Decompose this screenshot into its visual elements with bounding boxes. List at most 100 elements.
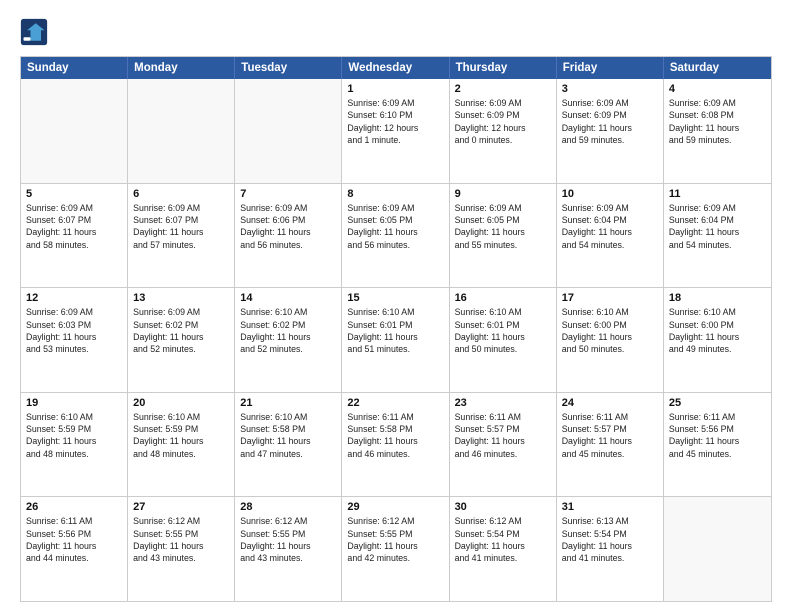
day-cell: 13 Sunrise: 6:09 AM Sunset: 6:02 PM Dayli… [128, 288, 235, 392]
day-number: 24 [562, 397, 658, 409]
day-number: 12 [26, 292, 122, 304]
day-number: 4 [669, 83, 766, 95]
day-cell: 2Sunrise: 6:09 AM Sunset: 6:09 PM Daylig… [450, 79, 557, 183]
header [20, 18, 772, 46]
day-cell: 30 Sunrise: 6:12 AM Sunset: 5:54 PM Dayli… [450, 497, 557, 601]
day-info: Sunrise: 6:10 AM Sunset: 5:59 PM Dayligh… [133, 411, 229, 460]
day-number: 10 [562, 188, 658, 200]
day-info: Sunrise: 6:10 AM Sunset: 5:58 PM Dayligh… [240, 411, 336, 460]
day-number: 29 [347, 501, 443, 513]
day-info: Sunrise: 6:09 AM Sunset: 6:09 PM Dayligh… [562, 97, 658, 146]
day-info: Sunrise: 6:12 AM Sunset: 5:55 PM Dayligh… [240, 515, 336, 564]
day-cell: 23 Sunrise: 6:11 AM Sunset: 5:57 PM Dayli… [450, 393, 557, 497]
day-cell: 4 Sunrise: 6:09 AM Sunset: 6:08 PM Daylig… [664, 79, 771, 183]
day-cell: 17Sunrise: 6:10 AM Sunset: 6:00 PM Dayli… [557, 288, 664, 392]
day-cell: 28 Sunrise: 6:12 AM Sunset: 5:55 PM Dayli… [235, 497, 342, 601]
day-number: 19 [26, 397, 122, 409]
day-number: 1 [347, 83, 443, 95]
day-number: 8 [347, 188, 443, 200]
day-number: 7 [240, 188, 336, 200]
day-number: 30 [455, 501, 551, 513]
logo [20, 18, 52, 46]
day-info: Sunrise: 6:09 AM Sunset: 6:03 PM Dayligh… [26, 306, 122, 355]
day-number: 31 [562, 501, 658, 513]
day-cell: 9Sunrise: 6:09 AM Sunset: 6:05 PM Daylig… [450, 184, 557, 288]
day-info: Sunrise: 6:10 AM Sunset: 5:59 PM Dayligh… [26, 411, 122, 460]
day-info: Sunrise: 6:11 AM Sunset: 5:57 PM Dayligh… [455, 411, 551, 460]
day-info: Sunrise: 6:10 AM Sunset: 6:00 PM Dayligh… [669, 306, 766, 355]
day-cell: 15 Sunrise: 6:10 AM Sunset: 6:01 PM Dayli… [342, 288, 449, 392]
day-info: Sunrise: 6:11 AM Sunset: 5:58 PM Dayligh… [347, 411, 443, 460]
day-number: 23 [455, 397, 551, 409]
day-number: 25 [669, 397, 766, 409]
empty-cell [21, 79, 128, 183]
day-info: Sunrise: 6:09 AM Sunset: 6:06 PM Dayligh… [240, 202, 336, 251]
day-number: 3 [562, 83, 658, 95]
weekday-header: Saturday [664, 57, 771, 79]
day-cell: 3 Sunrise: 6:09 AM Sunset: 6:09 PM Daylig… [557, 79, 664, 183]
page: SundayMondayTuesdayWednesdayThursdayFrid… [0, 0, 792, 612]
calendar-row: 19 Sunrise: 6:10 AM Sunset: 5:59 PM Dayli… [21, 392, 771, 497]
day-number: 28 [240, 501, 336, 513]
day-cell: 22 Sunrise: 6:11 AM Sunset: 5:58 PM Dayli… [342, 393, 449, 497]
day-number: 27 [133, 501, 229, 513]
day-info: Sunrise: 6:09 AM Sunset: 6:08 PM Dayligh… [669, 97, 766, 146]
day-info: Sunrise: 6:12 AM Sunset: 5:54 PM Dayligh… [455, 515, 551, 564]
day-info: Sunrise: 6:12 AM Sunset: 5:55 PM Dayligh… [347, 515, 443, 564]
day-info: Sunrise: 6:10 AM Sunset: 6:01 PM Dayligh… [455, 306, 551, 355]
day-cell: 8Sunrise: 6:09 AM Sunset: 6:05 PM Daylig… [342, 184, 449, 288]
day-number: 14 [240, 292, 336, 304]
day-number: 13 [133, 292, 229, 304]
day-info: Sunrise: 6:09 AM Sunset: 6:04 PM Dayligh… [562, 202, 658, 251]
day-cell: 7 Sunrise: 6:09 AM Sunset: 6:06 PM Daylig… [235, 184, 342, 288]
empty-cell [235, 79, 342, 183]
day-info: Sunrise: 6:11 AM Sunset: 5:56 PM Dayligh… [26, 515, 122, 564]
day-cell: 6 Sunrise: 6:09 AM Sunset: 6:07 PM Daylig… [128, 184, 235, 288]
day-cell: 31Sunrise: 6:13 AM Sunset: 5:54 PM Dayli… [557, 497, 664, 601]
day-cell: 27Sunrise: 6:12 AM Sunset: 5:55 PM Dayli… [128, 497, 235, 601]
day-number: 22 [347, 397, 443, 409]
day-cell: 16 Sunrise: 6:10 AM Sunset: 6:01 PM Dayli… [450, 288, 557, 392]
weekday-header: Thursday [450, 57, 557, 79]
day-info: Sunrise: 6:09 AM Sunset: 6:04 PM Dayligh… [669, 202, 766, 251]
day-info: Sunrise: 6:09 AM Sunset: 6:07 PM Dayligh… [26, 202, 122, 251]
day-cell: 12 Sunrise: 6:09 AM Sunset: 6:03 PM Dayli… [21, 288, 128, 392]
day-cell: 18Sunrise: 6:10 AM Sunset: 6:00 PM Dayli… [664, 288, 771, 392]
day-cell: 24Sunrise: 6:11 AM Sunset: 5:57 PM Dayli… [557, 393, 664, 497]
day-info: Sunrise: 6:09 AM Sunset: 6:09 PM Dayligh… [455, 97, 551, 146]
day-cell: 14 Sunrise: 6:10 AM Sunset: 6:02 PM Dayli… [235, 288, 342, 392]
day-number: 15 [347, 292, 443, 304]
weekday-header: Tuesday [235, 57, 342, 79]
day-info: Sunrise: 6:09 AM Sunset: 6:02 PM Dayligh… [133, 306, 229, 355]
day-number: 26 [26, 501, 122, 513]
weekday-header: Monday [128, 57, 235, 79]
day-cell: 11 Sunrise: 6:09 AM Sunset: 6:04 PM Dayli… [664, 184, 771, 288]
calendar-body: 1 Sunrise: 6:09 AM Sunset: 6:10 PM Daylig… [21, 79, 771, 601]
day-info: Sunrise: 6:09 AM Sunset: 6:10 PM Dayligh… [347, 97, 443, 146]
day-info: Sunrise: 6:11 AM Sunset: 5:56 PM Dayligh… [669, 411, 766, 460]
day-cell: 5 Sunrise: 6:09 AM Sunset: 6:07 PM Daylig… [21, 184, 128, 288]
empty-cell [664, 497, 771, 601]
empty-cell [128, 79, 235, 183]
day-number: 16 [455, 292, 551, 304]
day-cell: 21Sunrise: 6:10 AM Sunset: 5:58 PM Dayli… [235, 393, 342, 497]
weekday-header: Wednesday [342, 57, 449, 79]
day-number: 5 [26, 188, 122, 200]
day-info: Sunrise: 6:10 AM Sunset: 6:00 PM Dayligh… [562, 306, 658, 355]
day-info: Sunrise: 6:09 AM Sunset: 6:05 PM Dayligh… [455, 202, 551, 251]
day-info: Sunrise: 6:10 AM Sunset: 6:02 PM Dayligh… [240, 306, 336, 355]
day-cell: 10 Sunrise: 6:09 AM Sunset: 6:04 PM Dayli… [557, 184, 664, 288]
day-number: 6 [133, 188, 229, 200]
day-cell: 1 Sunrise: 6:09 AM Sunset: 6:10 PM Daylig… [342, 79, 449, 183]
calendar-header: SundayMondayTuesdayWednesdayThursdayFrid… [21, 57, 771, 79]
day-number: 11 [669, 188, 766, 200]
day-info: Sunrise: 6:10 AM Sunset: 6:01 PM Dayligh… [347, 306, 443, 355]
calendar: SundayMondayTuesdayWednesdayThursdayFrid… [20, 56, 772, 602]
day-cell: 20 Sunrise: 6:10 AM Sunset: 5:59 PM Dayli… [128, 393, 235, 497]
day-number: 20 [133, 397, 229, 409]
calendar-row: 5 Sunrise: 6:09 AM Sunset: 6:07 PM Daylig… [21, 183, 771, 288]
day-info: Sunrise: 6:09 AM Sunset: 6:07 PM Dayligh… [133, 202, 229, 251]
calendar-row: 26 Sunrise: 6:11 AM Sunset: 5:56 PM Dayli… [21, 496, 771, 601]
day-cell: 25 Sunrise: 6:11 AM Sunset: 5:56 PM Dayli… [664, 393, 771, 497]
weekday-header: Friday [557, 57, 664, 79]
